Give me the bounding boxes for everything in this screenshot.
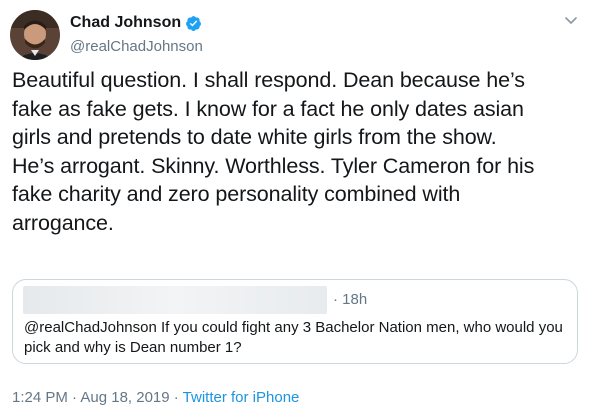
quoted-tweet-time: · 18h [333,291,368,308]
redacted-author [23,286,327,314]
verified-badge-icon [185,15,202,32]
display-name-row: Chad Johnson [70,12,203,34]
handle[interactable]: @realChadJohnson [70,37,203,57]
author-block: Chad Johnson @realChadJohnson [70,12,203,57]
timestamp[interactable]: 1:24 PM · Aug 18, 2019 · [12,389,183,406]
avatar[interactable] [10,10,60,60]
tweet-text: Beautiful question. I shall respond. Dea… [12,68,535,235]
chevron-down-icon[interactable] [563,12,579,28]
quoted-tweet-card[interactable]: · 18h @realChadJohnson If you could figh… [12,279,578,364]
source-link[interactable]: Twitter for iPhone [183,389,300,406]
tweet-meta: 1:24 PM · Aug 18, 2019 · Twitter for iPh… [12,388,299,408]
display-name[interactable]: Chad Johnson [70,12,181,34]
quoted-tweet-text: @realChadJohnson If you could fight any … [24,319,563,356]
